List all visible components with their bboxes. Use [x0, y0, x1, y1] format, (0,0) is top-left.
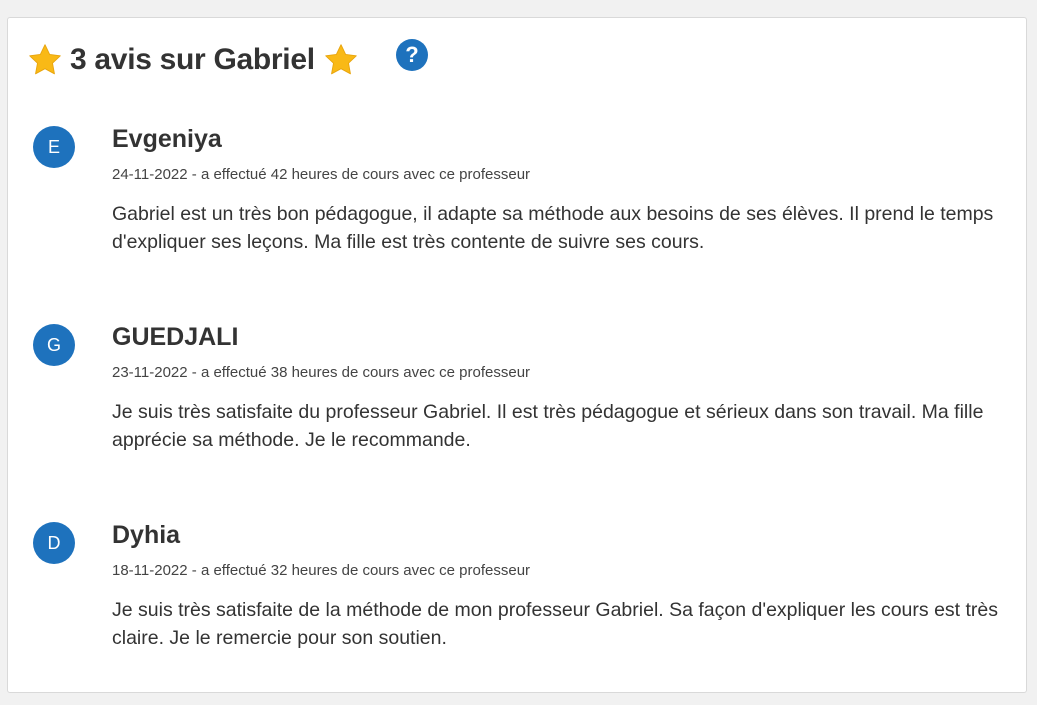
- review-text: Je suis très satisfaite de la méthode de…: [112, 599, 999, 649]
- reviewer-name: Evgeniya: [112, 125, 222, 153]
- review-text: Je suis très satisfaite du professeur Ga…: [112, 401, 984, 451]
- reviews-title: 3 avis sur Gabriel: [70, 43, 315, 76]
- reviewer-name: GUEDJALI: [112, 323, 239, 351]
- review-text: Gabriel est un très bon pédagogue, il ad…: [112, 203, 994, 253]
- review-meta: 18-11-2022 - a effectué 32 heures de cou…: [112, 562, 531, 579]
- avatar: E: [33, 126, 75, 168]
- avatar: D: [33, 522, 75, 564]
- reviews-card: 3 avis sur Gabriel ? E Evgeniya 24-11-20…: [7, 17, 1027, 693]
- star-icon: [325, 44, 357, 75]
- review-meta: 23-11-2022 - a effectué 38 heures de cou…: [112, 364, 531, 381]
- review-meta: 24-11-2022 - a effectué 42 heures de cou…: [112, 166, 531, 183]
- reviews-header: 3 avis sur Gabriel: [27, 40, 359, 80]
- avatar: G: [33, 324, 75, 366]
- reviewer-name: Dyhia: [112, 521, 181, 549]
- help-icon[interactable]: ?: [396, 39, 428, 71]
- star-icon: [29, 44, 61, 75]
